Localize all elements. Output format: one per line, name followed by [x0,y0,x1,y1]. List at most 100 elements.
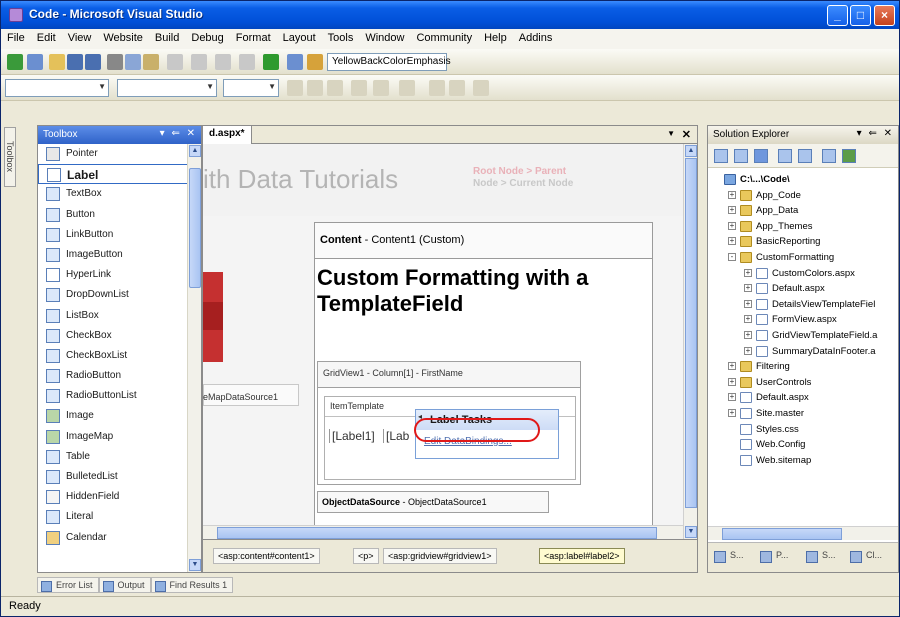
expand-icon[interactable]: + [744,284,752,293]
toolbox-item-checkbox[interactable]: CheckBox [38,326,188,346]
save-all-icon[interactable] [85,54,101,70]
tree-item[interactable]: Web.sitemap [708,453,898,469]
tag-content1[interactable]: <asp:content#content1> [213,548,320,564]
scroll-down-icon[interactable]: ▼ [189,559,201,571]
undo-icon[interactable] [167,54,183,70]
tag-label2[interactable]: <asp:label#label2> [539,548,625,564]
toolbox-item-image[interactable]: Image [38,406,188,426]
save-icon[interactable] [67,54,83,70]
expand-icon[interactable]: + [728,190,736,199]
view-designer-icon[interactable] [798,149,812,163]
chevron-down-icon[interactable]: ▼ [667,129,675,138]
numbered-list-icon[interactable] [429,80,445,96]
tree-item[interactable]: Web.Config [708,437,898,453]
menu-window[interactable]: Window [359,29,410,44]
align-icon[interactable] [399,80,415,96]
menu-layout[interactable]: Layout [277,29,322,44]
paste-icon[interactable] [143,54,159,70]
tree-item[interactable]: + SummaryDataInFooter.a [708,344,898,360]
collapse-icon[interactable]: - [728,252,736,261]
scroll-thumb[interactable] [217,527,657,539]
toolbox-item-checkboxlist[interactable]: CheckBoxList [38,346,188,366]
underline-icon[interactable] [327,80,343,96]
tree-item[interactable]: + UserControls [708,375,898,391]
tree-item[interactable]: + CustomColors.aspx [708,266,898,282]
css-class-combo[interactable]: YellowBackColorEmphasis [327,53,451,71]
tag-gridview1[interactable]: <asp:gridview#gridview1> [383,548,497,564]
tree-item[interactable]: C:\...\Code\ [708,172,898,188]
toolbox-item-imagebutton[interactable]: ImageButton [38,245,188,265]
bold-icon[interactable] [287,80,303,96]
tree-item[interactable]: + Filtering [708,359,898,375]
tree-item[interactable]: + GridViewTemplateField.a [708,328,898,344]
open-icon[interactable] [49,54,65,70]
scroll-up-icon[interactable]: ▲ [685,145,697,157]
scroll-thumb[interactable] [722,528,842,540]
toolbox-item-dropdownlist[interactable]: DropDownList [38,285,188,305]
content-region[interactable]: Content - Content1 (Custom) Custom Forma… [314,222,653,526]
scroll-down-icon[interactable]: ▼ [685,526,697,538]
expand-icon[interactable]: + [728,393,736,402]
tab-find-results[interactable]: Find Results 1 [150,577,234,593]
panel-controls[interactable]: ▾ ⇐ ✕ [160,128,197,139]
expand-icon[interactable]: + [728,408,736,417]
highlight-icon[interactable] [373,80,389,96]
expand-icon[interactable]: + [728,362,736,371]
properties-icon[interactable] [714,149,728,163]
expand-icon[interactable]: + [744,315,752,324]
toolbox-item-literal[interactable]: Literal [38,507,188,527]
expand-icon[interactable]: + [728,221,736,230]
expand-icon[interactable]: + [728,237,736,246]
font-color-icon[interactable] [351,80,367,96]
toolbox-item-textbox[interactable]: TextBox [38,184,188,204]
solution-horizontal-scrollbar[interactable] [708,526,898,540]
redo-icon[interactable] [191,54,207,70]
copy-website-icon[interactable] [842,149,856,163]
toolbox-item-bulletedlist[interactable]: BulletedList [38,467,188,487]
tree-item[interactable]: + Site.master [708,406,898,422]
tree-item[interactable]: + App_Code [708,188,898,204]
tab-server-explorer[interactable]: S... [806,550,836,563]
toolbox-item-radiobuttonlist[interactable]: RadioButtonList [38,386,188,406]
navigate-forward-icon[interactable] [239,54,255,70]
panel-controls[interactable]: ▾ ⇐ ✕ [857,128,894,139]
toolbox-item-radiobutton[interactable]: RadioButton [38,366,188,386]
toolbox-item-pointer[interactable]: Pointer [38,144,188,164]
menu-view[interactable]: View [62,29,98,44]
expand-icon[interactable]: + [728,377,736,386]
toolbox-scrollbar[interactable]: ▲ ▼ [187,144,201,572]
tree-item[interactable]: + Default.aspx [708,390,898,406]
new-project-icon[interactable] [7,54,23,70]
document-horizontal-scrollbar[interactable] [203,525,683,539]
menu-website[interactable]: Website [97,29,149,44]
close-button[interactable]: × [874,5,895,26]
expand-icon[interactable]: + [744,346,752,355]
scroll-up-icon[interactable]: ▲ [189,145,201,157]
menu-build[interactable]: Build [149,29,185,44]
scroll-thumb[interactable] [189,168,201,288]
menu-tools[interactable]: Tools [322,29,360,44]
toolbox-item-table[interactable]: Table [38,447,188,467]
add-item-icon[interactable] [27,54,43,70]
font-size-combo[interactable]: ▼ [223,79,279,97]
toolbox-side-tab[interactable]: Toolbox [4,127,16,187]
font-name-combo[interactable]: ▼ [117,79,217,97]
bulleted-list-icon[interactable] [449,80,465,96]
menu-format[interactable]: Format [230,29,277,44]
indent-icon[interactable] [473,80,489,96]
breadcrumb[interactable]: Root Node > Parent Node > Current Node [473,166,573,190]
tag-p[interactable]: <p> [353,548,379,564]
cut-icon[interactable] [107,54,123,70]
tree-item[interactable]: + App_Data [708,203,898,219]
tree-item[interactable]: + App_Themes [708,219,898,235]
refresh-icon[interactable] [754,149,768,163]
tree-item[interactable]: + DetailsViewTemplateFiel [708,297,898,313]
expand-icon[interactable]: + [744,268,752,277]
menu-debug[interactable]: Debug [185,29,229,44]
menu-community[interactable]: Community [410,29,478,44]
tree-item[interactable]: - CustomFormatting [708,250,898,266]
menu-edit[interactable]: Edit [31,29,62,44]
close-document-icon[interactable]: ✕ [682,128,691,141]
menu-help[interactable]: Help [478,29,513,44]
toolbox-item-hiddenfield[interactable]: HiddenField [38,487,188,507]
